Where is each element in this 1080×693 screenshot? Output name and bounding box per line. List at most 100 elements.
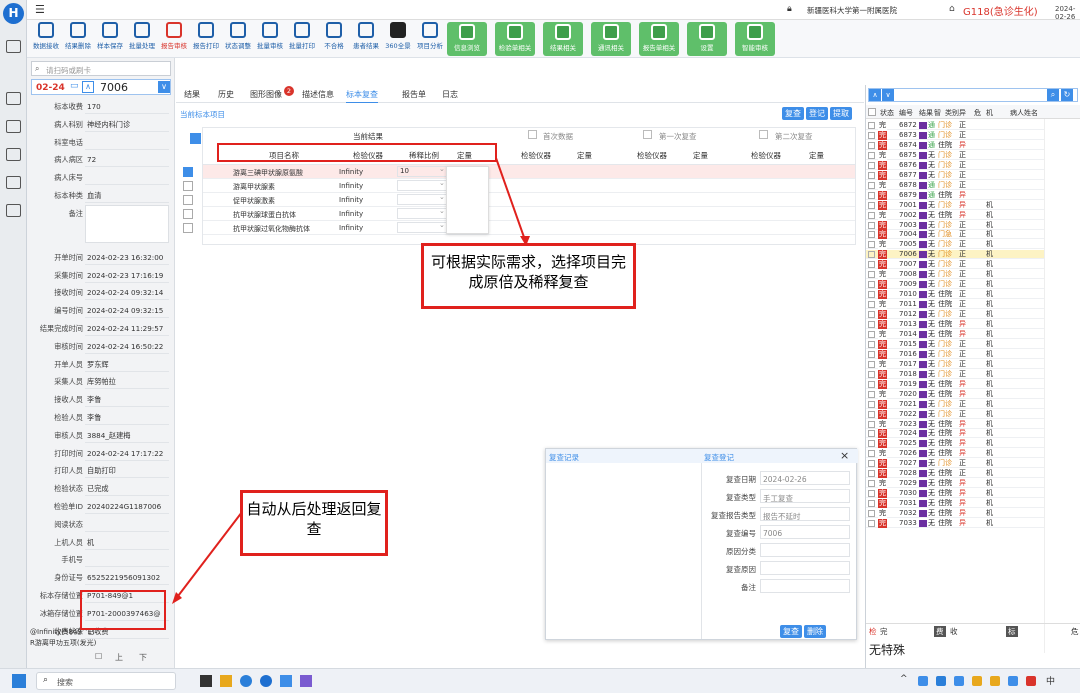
toolbar-button-0[interactable]: 数据接收 — [31, 22, 61, 56]
list-row-checkbox[interactable] — [868, 430, 875, 438]
tab-3[interactable]: 描述信息 — [302, 89, 334, 100]
toolbar-button-3[interactable]: 批量处理 — [127, 22, 157, 56]
list-row-checkbox[interactable] — [868, 251, 875, 259]
row-checkbox[interactable] — [183, 209, 193, 219]
grid-row[interactable]: 游离三碘甲状腺原氨酸 Infinity 10 ⌄ — [183, 165, 855, 179]
calendar-icon[interactable]: ▭ — [70, 81, 79, 91]
list-row-checkbox[interactable] — [868, 520, 875, 527]
field-value[interactable] — [85, 551, 169, 568]
field-value[interactable]: 神经内科门诊 — [85, 116, 169, 132]
list-row-checkbox[interactable] — [868, 122, 875, 129]
hamburger-icon[interactable]: ☰ — [35, 3, 45, 16]
tray-chevron-icon[interactable]: ^ — [900, 674, 908, 684]
form-side-icon[interactable] — [6, 120, 21, 133]
popup-field-input[interactable] — [760, 579, 850, 593]
popup-field-input[interactable]: 7006 — [760, 525, 850, 539]
grid-row[interactable]: 游离甲状腺素 Infinity ⌄ — [183, 179, 855, 193]
field-value[interactable]: 2024-02-24 11:29:57 — [85, 320, 169, 336]
field-value[interactable]: 2024-02-23 17:16:19 — [85, 267, 169, 283]
grid-col-header[interactable]: 检验仪器 — [637, 150, 667, 161]
list-row-checkbox[interactable] — [868, 321, 875, 328]
down-circle-icon[interactable]: ∨ — [882, 89, 894, 101]
field-value[interactable]: 2024-02-24 09:32:15 — [85, 302, 169, 319]
station-name[interactable]: G118(急诊生化) — [963, 3, 1038, 18]
list-row-checkbox[interactable] — [868, 450, 875, 458]
field-value[interactable]: 李鲁 — [85, 409, 169, 425]
popup-field-input[interactable]: 手工复查 — [760, 489, 850, 503]
popup-field-input[interactable] — [760, 543, 850, 557]
list-row-checkbox[interactable] — [868, 360, 875, 368]
list-row-checkbox[interactable] — [868, 181, 875, 189]
list-row-checkbox[interactable] — [868, 151, 875, 159]
sample-number[interactable]: 7006 — [100, 81, 128, 94]
grid-row[interactable]: 促甲状腺激素 Infinity ⌄ — [183, 193, 855, 207]
field-value[interactable]: 库努帕拉 — [85, 373, 169, 390]
tab-6[interactable]: 日志 — [442, 89, 458, 100]
list-row-checkbox[interactable] — [868, 420, 875, 428]
list-row-checkbox[interactable] — [868, 390, 875, 398]
grid-row[interactable]: 抗甲状腺球蛋白抗体 Infinity ⌄ — [183, 207, 855, 221]
list-row-checkbox[interactable] — [868, 241, 875, 249]
taskview-icon[interactable] — [200, 675, 212, 687]
grid-col-header[interactable]: 检验仪器 — [521, 150, 551, 161]
tray-icon-2[interactable] — [936, 676, 946, 686]
list-col-header[interactable]: 编号 — [899, 108, 913, 118]
list-row-checkbox[interactable] — [868, 340, 875, 348]
popup-field-input[interactable]: 2024-02-26 — [760, 471, 850, 485]
start-icon[interactable] — [12, 674, 26, 688]
field-value[interactable] — [85, 204, 169, 243]
footer-fee[interactable]: 费 — [934, 626, 946, 637]
tray-icon-4[interactable] — [972, 676, 982, 686]
down-arrow-icon[interactable]: ∨ — [158, 81, 170, 93]
list-row-checkbox[interactable] — [868, 281, 875, 289]
list-select-all-checkbox[interactable] — [868, 108, 876, 116]
list-row-checkbox[interactable] — [868, 350, 875, 358]
list-col-header[interactable]: 机 — [986, 108, 993, 118]
toolbar-button-1[interactable]: 结果删除 — [63, 22, 93, 56]
footer-sample[interactable]: 标 — [1006, 626, 1018, 637]
ratio-dropdown-list[interactable] — [446, 166, 489, 234]
grid-col-header[interactable]: 定量 — [577, 150, 592, 161]
list-col-header[interactable]: 异 — [959, 108, 966, 118]
toolbar-button-11[interactable]: 360全景 — [383, 22, 413, 56]
list-row-checkbox[interactable] — [868, 141, 875, 149]
dialog-delete-button[interactable]: 删除 — [804, 625, 826, 638]
recheck-register-tab[interactable]: 复查登记 — [704, 452, 734, 463]
field-value[interactable]: 机 — [85, 534, 169, 550]
row-checkbox[interactable] — [183, 167, 193, 177]
field-value[interactable]: 20240224G1187006 — [85, 498, 169, 514]
field-value[interactable]: 2024-02-24 09:32:14 — [85, 284, 169, 301]
explorer-icon[interactable] — [220, 675, 232, 687]
lock-icon[interactable]: 🔒︎ — [787, 4, 792, 14]
up-arrow-icon[interactable]: ∧ — [82, 81, 94, 93]
search-side-icon[interactable] — [6, 92, 21, 105]
field-value[interactable] — [85, 169, 169, 186]
tab-4[interactable]: 标本复查 — [346, 89, 378, 104]
toolbar-button-10[interactable]: 患者结果 — [351, 22, 381, 56]
tray-icon-7[interactable] — [1026, 676, 1036, 686]
camera-side-icon[interactable] — [6, 148, 21, 161]
list-row-checkbox[interactable] — [868, 191, 875, 199]
field-value[interactable]: 自助打印 — [85, 462, 169, 479]
popup-field-input[interactable]: 报告不延时 — [760, 507, 850, 521]
toolbar-button-7[interactable]: 批量审核 — [255, 22, 285, 56]
list-filter[interactable]: ∧ ∨ ⌕ ↻ — [868, 88, 1078, 102]
list-row-checkbox[interactable] — [868, 410, 875, 418]
list-row-checkbox[interactable] — [868, 131, 875, 139]
dialog-recheck-button[interactable]: 复查 — [780, 625, 802, 638]
list-row-checkbox[interactable] — [868, 221, 875, 229]
list-col-header[interactable]: 状态 — [880, 108, 894, 118]
list-row-checkbox[interactable] — [868, 330, 875, 338]
list-col-header[interactable]: 结果 — [919, 108, 933, 118]
list-side-icon[interactable] — [6, 204, 21, 217]
tray-icon-5[interactable] — [990, 676, 1000, 686]
recheck-button[interactable]: 复查 — [782, 107, 804, 120]
taskbar-search[interactable]: ⌕ 搜索 — [36, 672, 176, 690]
toolbar-button-6[interactable]: 状态调整 — [223, 22, 253, 56]
toolbar-button-4[interactable]: 报告审核 — [159, 22, 189, 56]
grid-col-header[interactable]: 定量 — [809, 150, 824, 161]
select-all-checkbox[interactable] — [190, 133, 201, 144]
list-col-header[interactable]: 类别 — [945, 108, 959, 118]
nav-down[interactable]: 下 — [139, 652, 147, 663]
toolbar-button-15[interactable]: 结果相关 — [543, 22, 583, 56]
